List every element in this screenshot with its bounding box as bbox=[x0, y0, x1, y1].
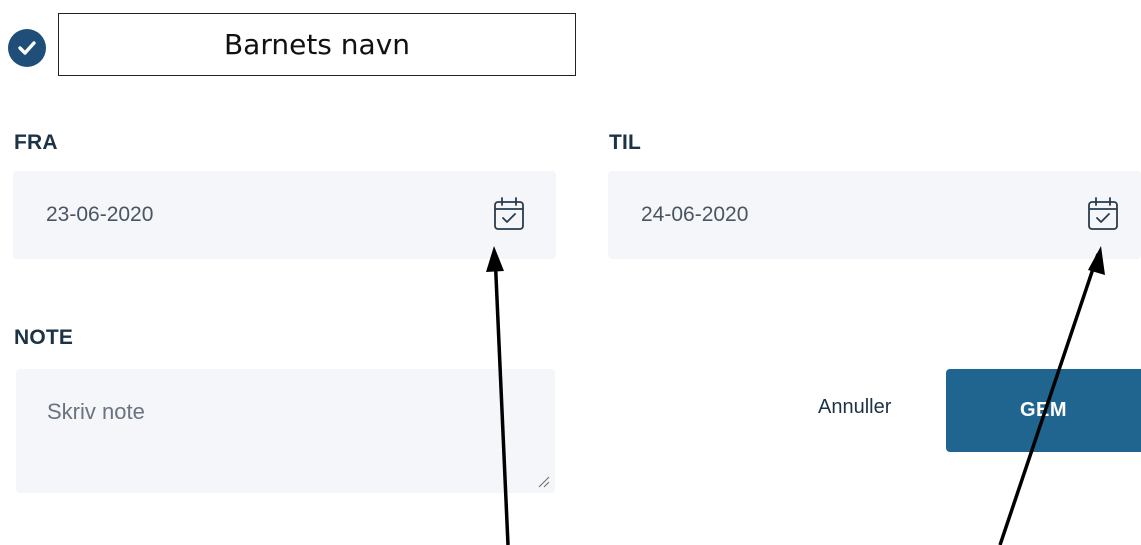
resize-grip-icon[interactable] bbox=[536, 474, 550, 488]
save-button[interactable]: GEM bbox=[946, 369, 1141, 452]
check-circle-icon bbox=[8, 29, 46, 67]
to-date-value: 24-06-2020 bbox=[641, 203, 749, 226]
to-date-field[interactable]: 24-06-2020 bbox=[608, 171, 1141, 259]
cancel-button[interactable]: Annuller bbox=[818, 396, 891, 419]
from-label: FRA bbox=[14, 131, 58, 154]
to-label: TIL bbox=[609, 131, 642, 154]
note-placeholder: Skriv note bbox=[47, 399, 145, 424]
from-date-field[interactable]: 23-06-2020 bbox=[13, 171, 556, 259]
from-date-value: 23-06-2020 bbox=[46, 203, 154, 226]
calendar-icon[interactable] bbox=[490, 195, 528, 233]
child-name-box: Barnets navn bbox=[58, 13, 576, 76]
note-textarea[interactable]: Skriv note bbox=[16, 369, 555, 493]
note-label: NOTE bbox=[14, 326, 74, 349]
booking-form: Barnets navn FRA 23-06-2020 TIL 24-06-20… bbox=[0, 0, 1141, 545]
calendar-icon[interactable] bbox=[1084, 195, 1122, 233]
